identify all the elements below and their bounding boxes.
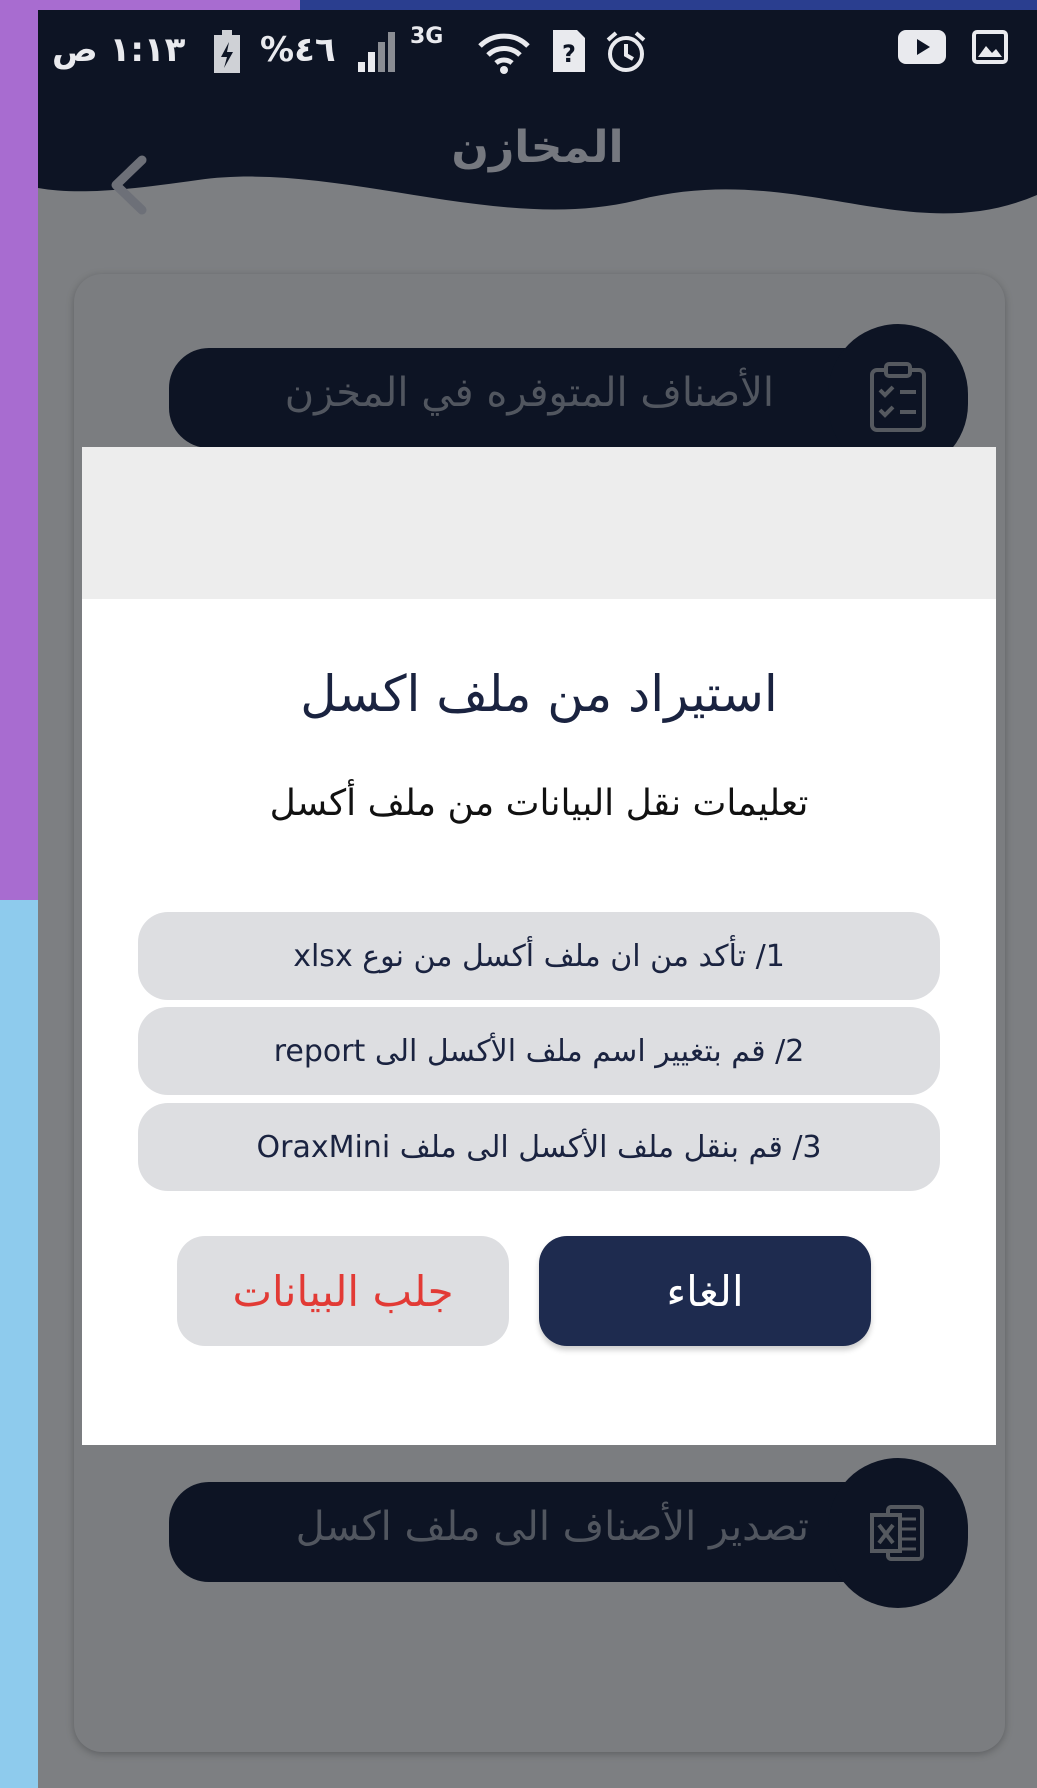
battery-percent: %٤٦ xyxy=(260,30,336,70)
status-time: ١:١٣ ص xyxy=(52,30,186,70)
network-type: 3G xyxy=(410,24,444,49)
svg-text:?: ? xyxy=(562,40,576,68)
excel-icon-circle xyxy=(828,1458,968,1608)
instruction-step: 2/ قم بتغيير اسم ملف الأكسل الى report xyxy=(138,1007,940,1095)
phone-screen: ١:١٣ ص %٤٦ 3G ? المخازن الأصناف المتوفره… xyxy=(38,10,1037,1788)
instruction-step: 1/ تأكد من ان ملف أكسل من نوع xlsx xyxy=(138,912,940,1000)
status-bar: ١:١٣ ص %٤٦ 3G ? xyxy=(38,20,1037,90)
excel-file-icon xyxy=(870,1505,924,1561)
dialog-title: استيراد من ملف اكسل xyxy=(300,665,778,723)
import-dialog: استيراد من ملف اكسل تعليمات نقل البيانات… xyxy=(82,447,996,1445)
page-title: المخازن xyxy=(451,122,624,173)
available-items-button[interactable]: الأصناف المتوفره في المخزن xyxy=(169,348,929,448)
export-items-button[interactable]: تصدير الأصناف الى ملف اكسل xyxy=(169,1482,929,1582)
cancel-button[interactable]: الغاء xyxy=(539,1236,871,1346)
dialog-subtitle: تعليمات نقل البيانات من ملف أكسل xyxy=(269,783,809,824)
dialog-header-area xyxy=(82,447,996,599)
export-items-label: تصدير الأصناف الى ملف اكسل xyxy=(295,1504,809,1550)
fetch-data-button[interactable]: جلب البيانات xyxy=(177,1236,509,1346)
chevron-left-icon xyxy=(111,155,147,215)
back-button[interactable] xyxy=(100,150,160,220)
available-items-label: الأصناف المتوفره في المخزن xyxy=(284,370,774,416)
clipboard-check-icon xyxy=(870,362,926,432)
instruction-step: 3/ قم بنقل ملف الأكسل الى ملف OraxMini xyxy=(138,1103,940,1191)
app-header: ١:١٣ ص %٤٦ 3G ? المخازن xyxy=(38,10,1037,240)
